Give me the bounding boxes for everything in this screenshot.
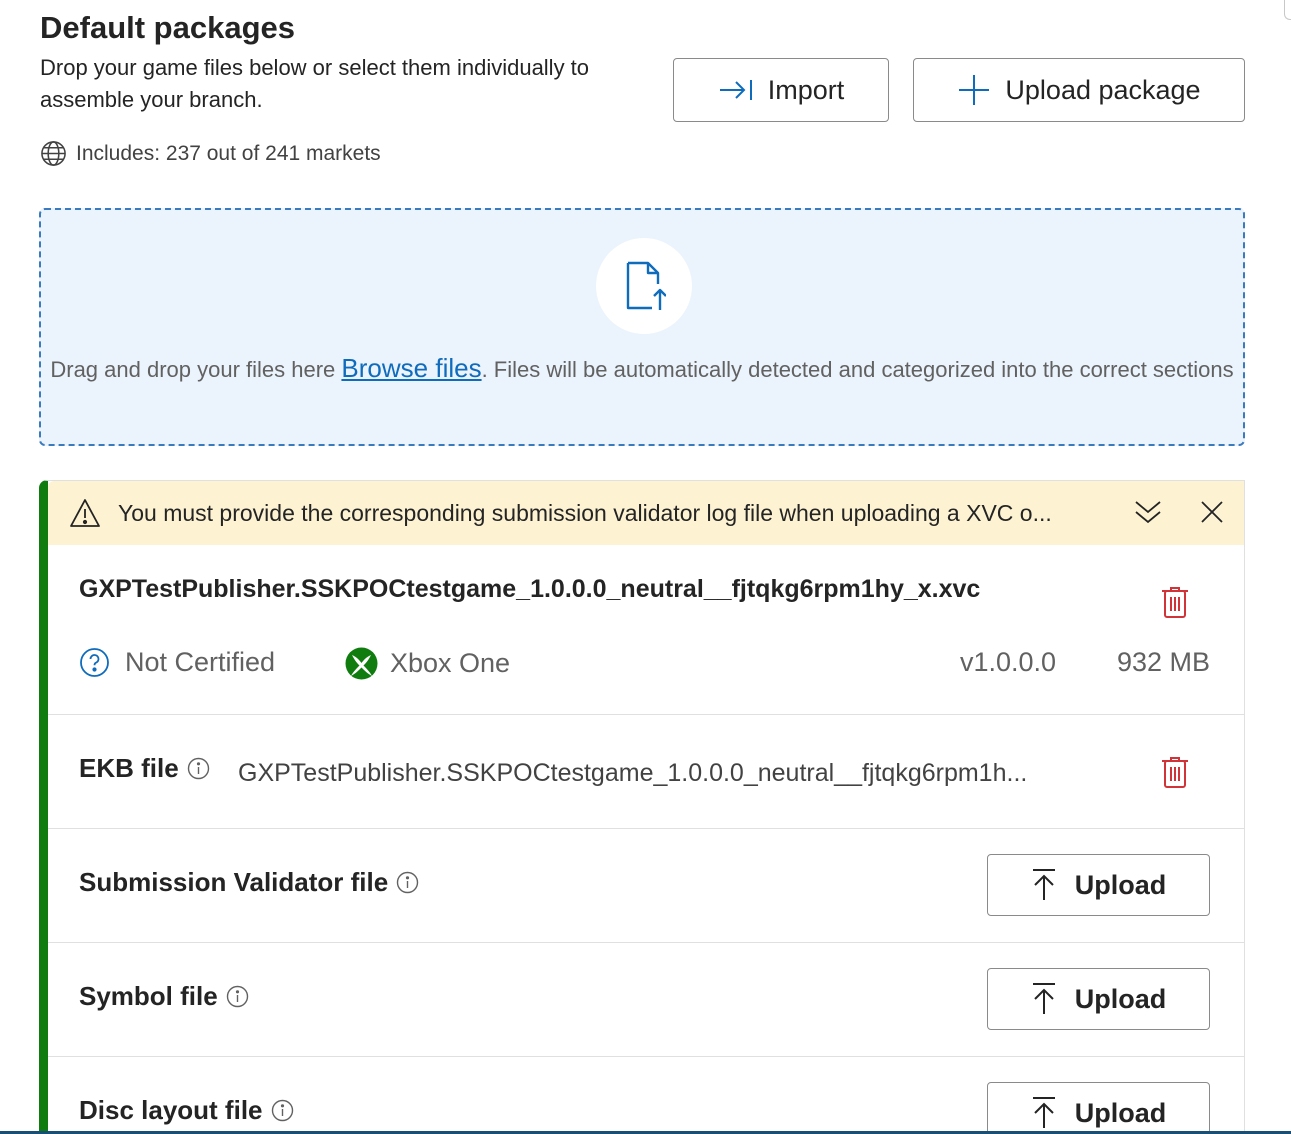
- markets-summary: Includes: 237 out of 241 markets: [40, 140, 381, 167]
- package-version: v1.0.0.0: [960, 647, 1057, 677]
- warning-text: You must provide the corresponding submi…: [118, 500, 1052, 526]
- ekb-file-label-text: EKB file: [79, 753, 179, 783]
- upload-button-label: Upload: [1074, 869, 1167, 900]
- upload-arrow-icon: [1032, 983, 1055, 1014]
- divider: [48, 942, 1244, 943]
- scrollbar-corner[interactable]: [1284, 0, 1291, 20]
- chevron-double-down-icon[interactable]: [1133, 497, 1163, 527]
- upload-submission-validator-button[interactable]: Upload: [987, 854, 1210, 916]
- import-button-label: Import: [767, 74, 845, 105]
- certification-text: Not Certified: [125, 647, 276, 677]
- upload-symbol-file-button[interactable]: Upload: [987, 968, 1210, 1030]
- markets-text: Includes: 237 out of 241 markets: [76, 141, 381, 165]
- divider: [48, 714, 1244, 715]
- validator-warning-banner: You must provide the corresponding submi…: [48, 481, 1244, 545]
- import-arrow-icon: [719, 80, 752, 100]
- upload-arrow-icon: [1032, 1097, 1055, 1128]
- xbox-logo-icon: [345, 647, 378, 680]
- upload-button-label: Upload: [1074, 983, 1167, 1014]
- close-icon[interactable]: [1199, 499, 1225, 525]
- info-icon[interactable]: [187, 757, 210, 780]
- divider: [48, 828, 1244, 829]
- info-icon[interactable]: [226, 985, 249, 1008]
- upload-arrow-icon: [1032, 869, 1055, 900]
- platform-indicator: Xbox One: [345, 647, 510, 680]
- question-circle-icon[interactable]: [79, 647, 110, 678]
- platform-text: Xbox One: [390, 648, 511, 678]
- dropzone-text-after: . Files will be automatically detected a…: [481, 357, 1234, 382]
- dropzone-text-before: Drag and drop your files here: [50, 357, 342, 382]
- file-dropzone[interactable]: Drag and drop your files here Browse fil…: [39, 208, 1245, 446]
- plus-icon: [959, 75, 990, 105]
- ekb-file-label: EKB file: [79, 753, 210, 784]
- package-file-name: GXPTestPublisher.SSKPOCtestgame_1.0.0.0_…: [79, 575, 981, 603]
- import-button[interactable]: Import: [673, 58, 889, 122]
- upload-package-button-label: Upload package: [1005, 74, 1201, 105]
- info-icon[interactable]: [396, 871, 419, 894]
- page-subtitle: Drop your game files below or select the…: [40, 55, 590, 112]
- globe-icon: [41, 141, 66, 166]
- page-title: Default packages: [40, 10, 295, 45]
- upload-package-button[interactable]: Upload package: [913, 58, 1245, 122]
- upload-icon-circle: [596, 238, 692, 334]
- delete-ekb-trash-icon[interactable]: [1160, 755, 1190, 789]
- file-upload-icon: [626, 261, 666, 310]
- symbol-file-label-text: Symbol file: [79, 981, 218, 1011]
- upload-disc-layout-button[interactable]: Upload: [987, 1082, 1210, 1134]
- package-card: You must provide the corresponding submi…: [39, 480, 1245, 1134]
- disc-layout-file-label: Disc layout file: [79, 1095, 294, 1126]
- default-packages-page: Default packages Drop your game files be…: [0, 0, 1291, 1134]
- submission-validator-label-text: Submission Validator file: [79, 867, 389, 897]
- dropzone-instructions: Drag and drop your files here Browse fil…: [45, 352, 1239, 386]
- ekb-file-name: GXPTestPublisher.SSKPOCtestgame_1.0.0.0_…: [238, 759, 1028, 787]
- browse-files-link[interactable]: Browse files: [341, 353, 481, 383]
- upload-button-label: Upload: [1074, 1097, 1167, 1128]
- delete-package-trash-icon[interactable]: [1160, 585, 1190, 619]
- disc-layout-file-label-text: Disc layout file: [79, 1095, 263, 1125]
- submission-validator-label: Submission Validator file: [79, 867, 419, 898]
- info-icon[interactable]: [271, 1099, 294, 1122]
- divider: [48, 1056, 1244, 1057]
- symbol-file-label: Symbol file: [79, 981, 249, 1012]
- certification-status: Not Certified: [79, 647, 275, 678]
- package-size: 932 MB: [1117, 647, 1211, 677]
- warning-icon: [70, 499, 100, 527]
